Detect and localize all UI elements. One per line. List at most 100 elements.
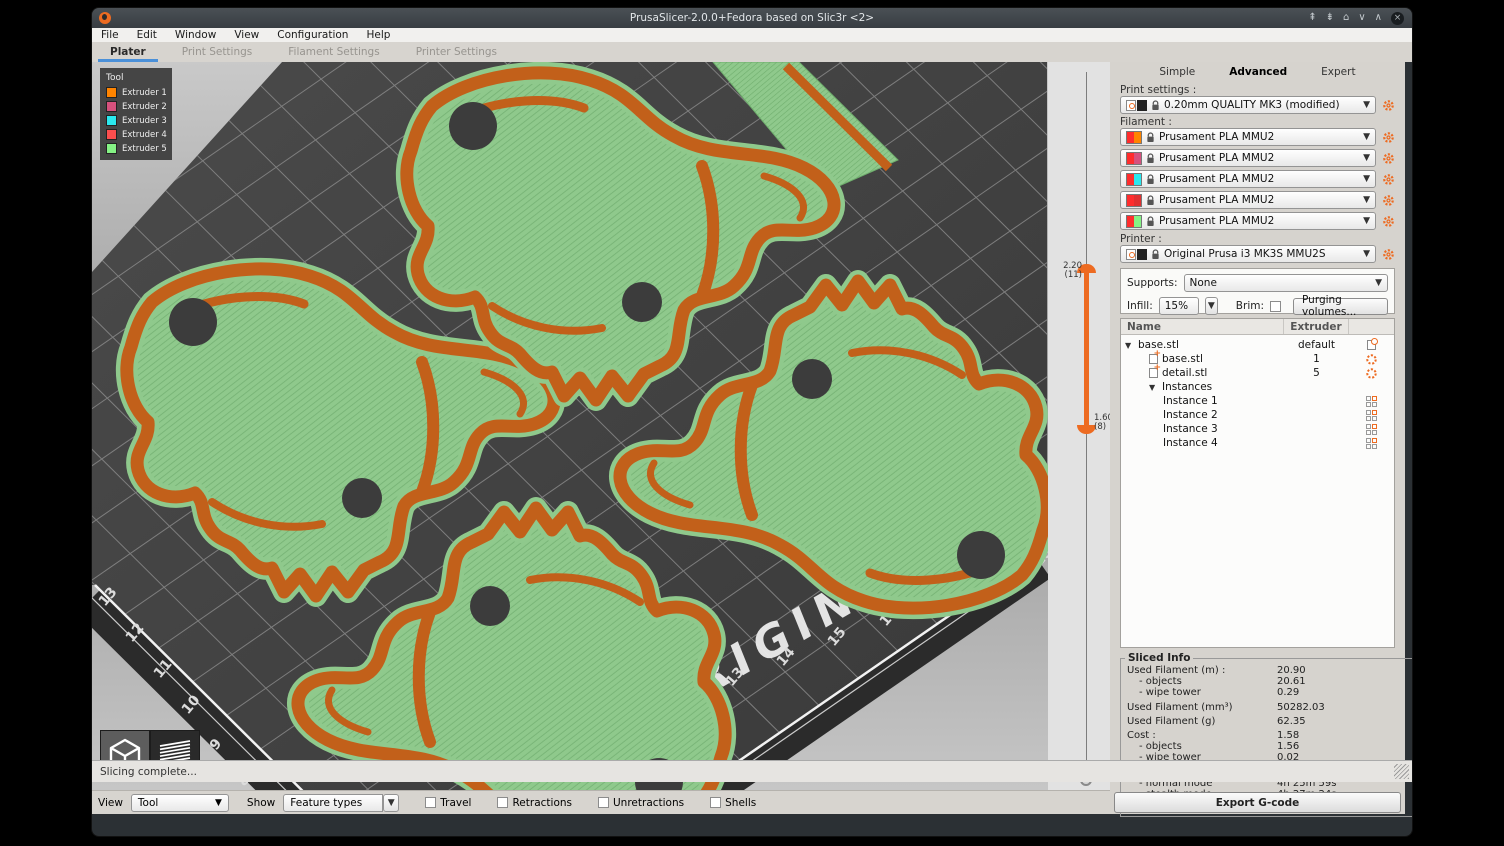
view-label: View (98, 797, 123, 809)
tree-row-instance[interactable]: Instance 2 (1121, 408, 1394, 422)
brim-label: Brim: (1236, 300, 1264, 312)
show-label: Show (247, 797, 275, 809)
menu-edit[interactable]: Edit (128, 28, 166, 42)
filament-1-gear-icon[interactable] (1382, 131, 1395, 144)
tree-row-instance[interactable]: Instance 1 (1121, 394, 1394, 408)
instance-icon (1366, 424, 1377, 435)
shells-checkbox[interactable] (710, 797, 721, 808)
filament-3-select[interactable]: Prusament PLA MMU2▼ (1120, 170, 1376, 188)
instance-icon (1366, 438, 1377, 449)
close-button[interactable]: × (1391, 12, 1404, 25)
menu-view[interactable]: View (225, 28, 268, 42)
unretractions-check: Unretractions (598, 797, 684, 809)
print-settings-select[interactable]: 0.20mm QUALITY MK3 (modified) ▼ (1120, 96, 1376, 114)
filament-5-select[interactable]: Prusament PLA MMU2▼ (1120, 212, 1376, 230)
shade-window-icon[interactable]: ⇞ (1308, 13, 1316, 23)
sliced-info-title: Sliced Info (1125, 652, 1193, 664)
supports-label: Supports: (1127, 277, 1178, 289)
extruder-3-swatch (106, 115, 117, 126)
tree-row-part[interactable]: base.stl 1 (1121, 352, 1394, 366)
preset-icon (1126, 100, 1147, 111)
brim-checkbox[interactable] (1270, 301, 1281, 312)
filament-5-colors (1126, 215, 1142, 228)
status-text: Slicing complete... (100, 766, 197, 778)
mode-advanced[interactable]: Advanced (1229, 66, 1287, 78)
layer-slider-range[interactable] (1084, 272, 1089, 425)
chevron-down-icon: ▼ (1363, 100, 1370, 110)
travel-checkbox[interactable] (425, 797, 436, 808)
menu-window-icon[interactable]: ⌂ (1343, 13, 1349, 23)
mode-expert[interactable]: Expert (1321, 66, 1355, 78)
tool-legend-title: Tool (106, 73, 166, 83)
chevron-down-icon: ▼ (1375, 278, 1382, 288)
retractions-check: Retractions (497, 797, 572, 809)
infill-label: Infill: (1127, 300, 1153, 312)
chevron-down-icon: ▼ (1363, 153, 1370, 163)
collapse-icon[interactable]: ▼ (1149, 383, 1158, 392)
filament-1-select[interactable]: Prusament PLA MMU2▼ (1120, 128, 1376, 146)
tree-row-part[interactable]: detail.stl 5 (1121, 366, 1394, 380)
feature-types-select[interactable]: Feature types (283, 794, 383, 812)
tab-print-settings[interactable]: Print Settings (164, 42, 271, 62)
menubar: File Edit Window View Configuration Help (92, 28, 1412, 42)
instance-icon (1366, 410, 1377, 421)
view-toolbar: View Tool ▼ Show Feature types ▼ Travel … (92, 790, 1110, 814)
menu-file[interactable]: File (92, 28, 128, 42)
tree-row-instances[interactable]: ▼ Instances (1121, 380, 1394, 394)
menu-window[interactable]: Window (166, 28, 225, 42)
purging-volumes-button[interactable]: Purging volumes... (1293, 298, 1388, 315)
filament-3-gear-icon[interactable] (1382, 173, 1395, 186)
supports-select[interactable]: None ▼ (1184, 274, 1388, 292)
collapse-icon[interactable]: ▼ (1125, 341, 1134, 350)
filament-label: Filament : (1120, 116, 1395, 128)
maximize-button[interactable]: ∧ (1375, 13, 1382, 23)
part-gear-icon[interactable] (1365, 367, 1378, 380)
filament-5-gear-icon[interactable] (1382, 215, 1395, 228)
filament-4-gear-icon[interactable] (1382, 194, 1395, 207)
prusaslicer-window: PrusaSlicer-2.0.0+Fedora based on Slic3r… (92, 8, 1412, 836)
tool-legend: Tool Extruder 1 Extruder 2 Extruder 3 Ex… (100, 68, 172, 160)
feature-types-dropdown-button[interactable]: ▼ (383, 794, 399, 812)
sidebar: Simple Advanced Expert Print settings : … (1110, 62, 1405, 814)
chevron-down-icon: ▼ (215, 798, 222, 808)
print-settings-gear-icon[interactable] (1382, 99, 1395, 112)
statusbar: Slicing complete... (92, 760, 1412, 782)
unretractions-checkbox[interactable] (598, 797, 609, 808)
printer-gear-icon[interactable] (1382, 248, 1395, 261)
filament-4-select[interactable]: Prusament PLA MMU2▼ (1120, 191, 1376, 209)
view-mode-select[interactable]: Tool ▼ (131, 794, 229, 812)
infill-dropdown-button[interactable]: ▼ (1205, 297, 1218, 315)
part-gear-icon[interactable] (1365, 353, 1378, 366)
tab-filament-settings[interactable]: Filament Settings (270, 42, 397, 62)
3d-viewport[interactable]: ORIGINAL PRUSA 13 12 11 10 9 8 13 14 15 … (92, 62, 1048, 790)
print-settings-label: Print settings : (1120, 84, 1395, 96)
tab-plater[interactable]: Plater (92, 42, 164, 62)
chevron-down-icon: ▼ (1363, 174, 1370, 184)
mode-simple[interactable]: Simple (1159, 66, 1195, 78)
chevron-down-icon: ▼ (1363, 195, 1370, 205)
tree-row-object[interactable]: ▼ base.stl default (1121, 338, 1394, 352)
minimize-button[interactable]: ∨ (1358, 13, 1365, 23)
extruder-5-swatch (106, 143, 117, 154)
filament-2-select[interactable]: Prusament PLA MMU2▼ (1120, 149, 1376, 167)
tree-row-instance[interactable]: Instance 4 (1121, 436, 1394, 450)
filament-2-gear-icon[interactable] (1382, 152, 1395, 165)
stick-window-icon[interactable]: ⇟ (1326, 13, 1334, 23)
infill-select[interactable]: 15% (1159, 297, 1199, 315)
retractions-checkbox[interactable] (497, 797, 508, 808)
layer-top-label: 2.20(11) (1063, 262, 1082, 280)
layer-slider-panel: 2.20(11) 1.60(8) (1048, 62, 1110, 790)
lock-icon (1146, 174, 1155, 185)
lock-icon (1146, 216, 1155, 227)
tab-printer-settings[interactable]: Printer Settings (398, 42, 515, 62)
extruder-1-swatch (106, 87, 117, 98)
export-gcode-button[interactable]: Export G-code (1114, 792, 1401, 813)
object-settings-icon[interactable] (1367, 340, 1376, 350)
printer-icon (1126, 249, 1147, 260)
tree-row-instance[interactable]: Instance 3 (1121, 422, 1394, 436)
resize-grip[interactable] (1394, 764, 1409, 779)
menu-configuration[interactable]: Configuration (268, 28, 357, 42)
menu-help[interactable]: Help (357, 28, 399, 42)
lock-icon (1146, 195, 1155, 206)
printer-select[interactable]: Original Prusa i3 MK3S MMU2S ▼ (1120, 245, 1376, 263)
